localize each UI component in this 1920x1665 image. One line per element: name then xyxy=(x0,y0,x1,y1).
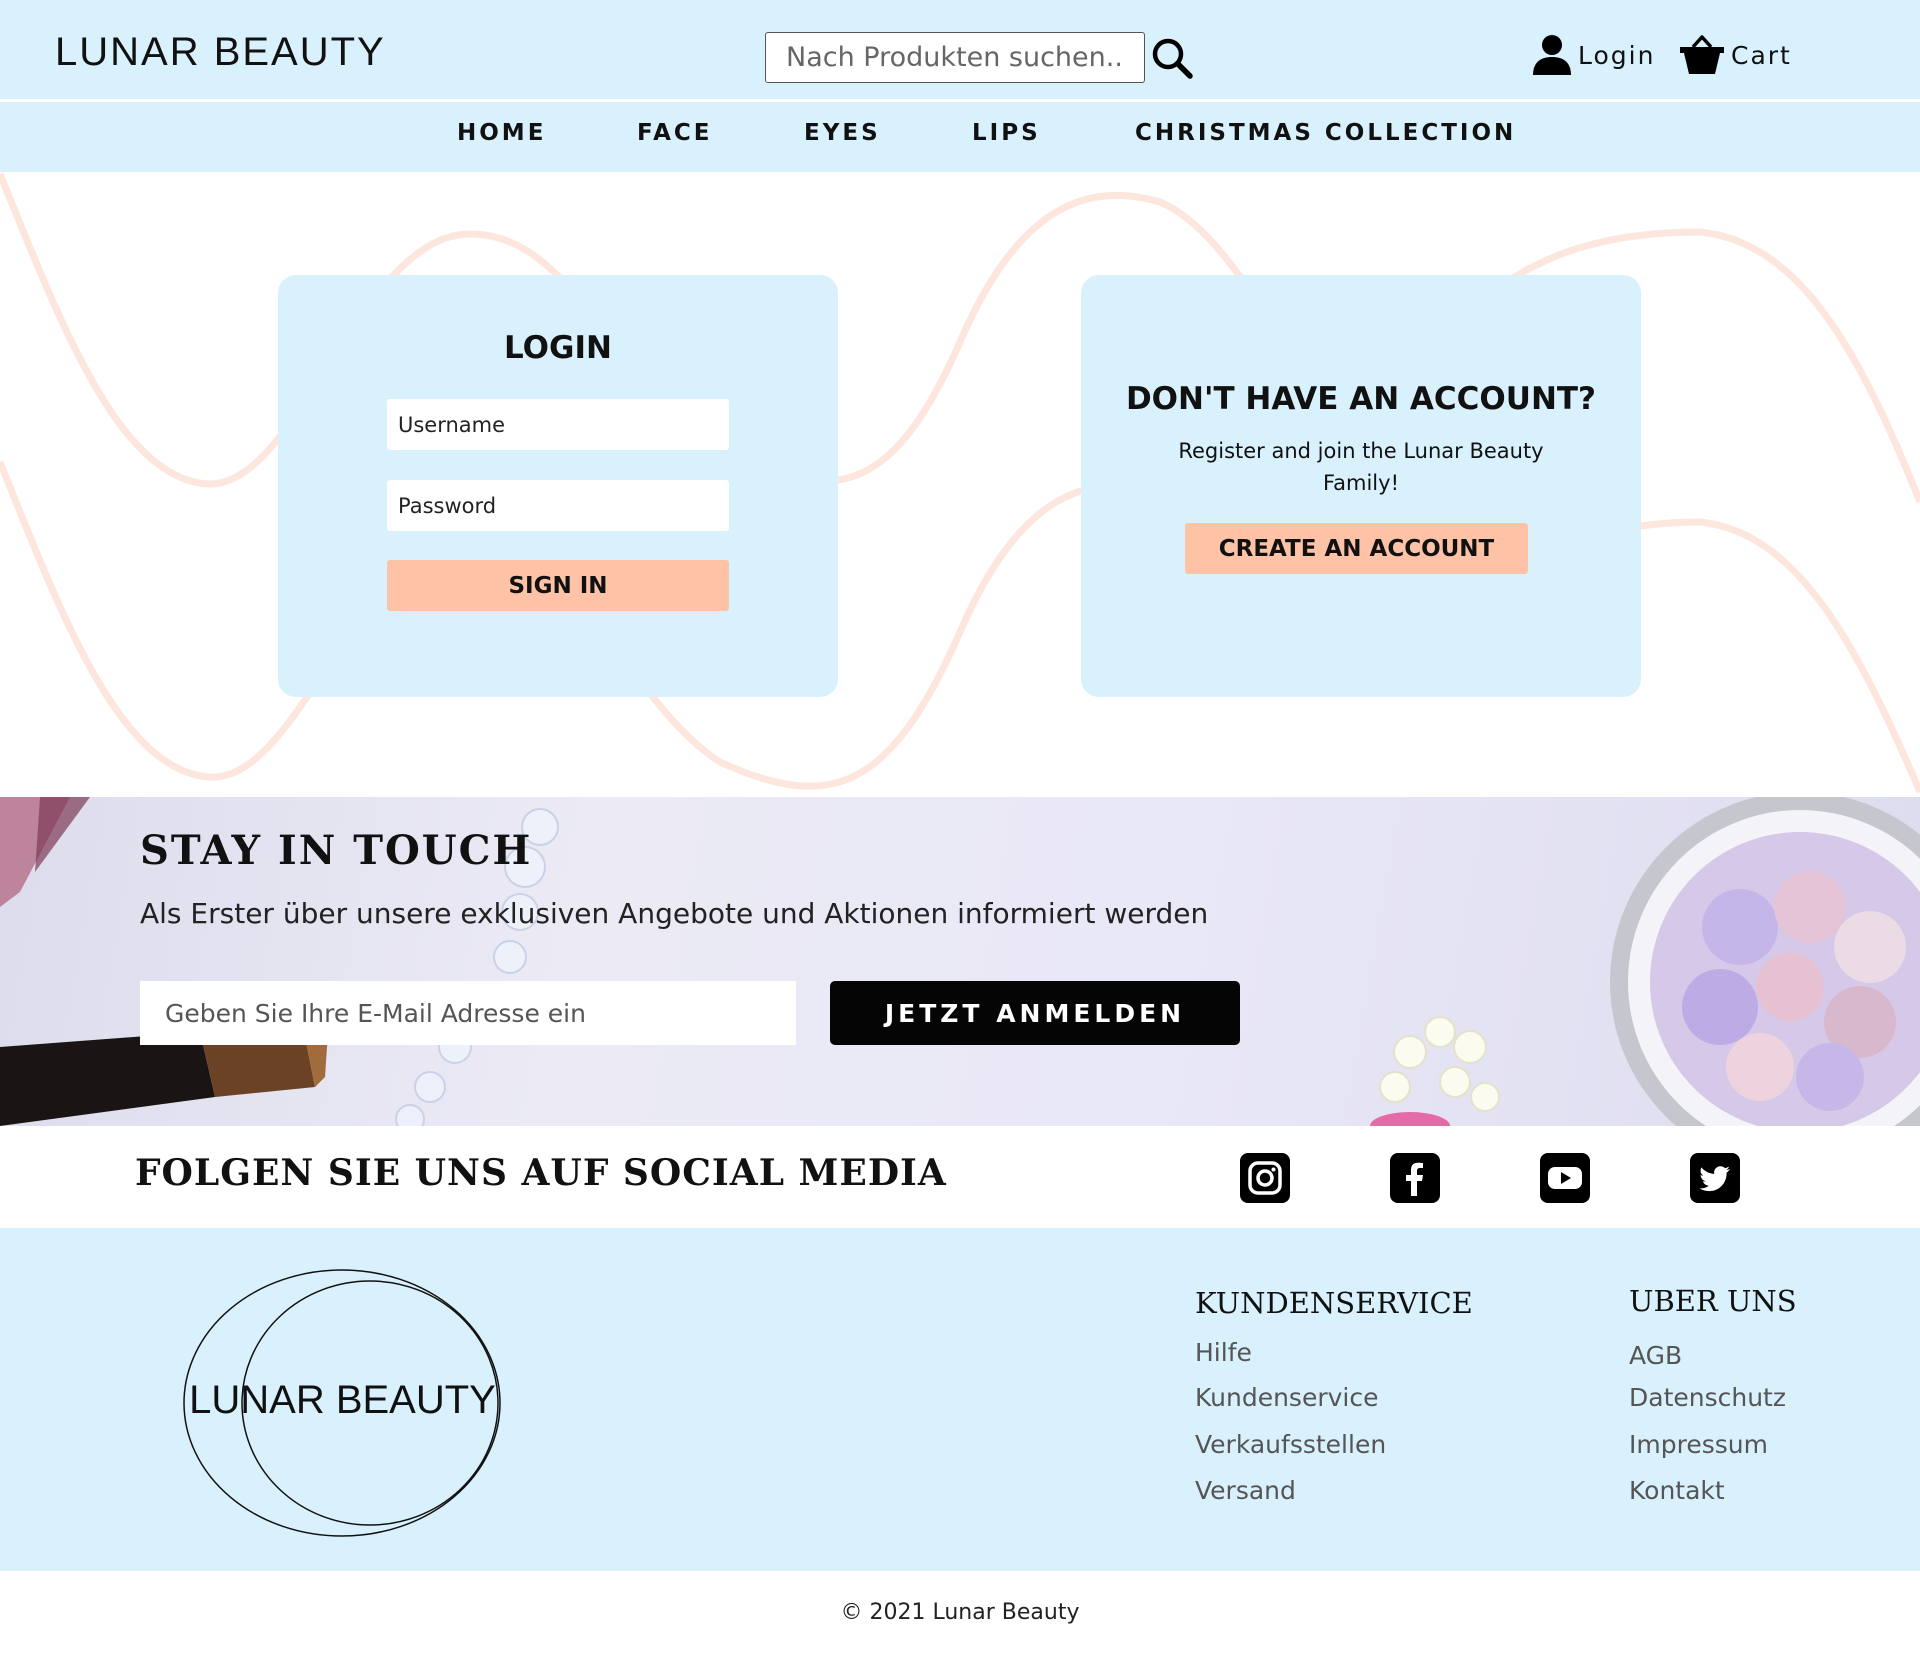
footer-link-agb[interactable]: AGB xyxy=(1629,1341,1682,1370)
footer-link-verkaufsstellen[interactable]: Verkaufsstellen xyxy=(1195,1430,1386,1459)
footer-link-kundenservice[interactable]: Kundenservice xyxy=(1195,1383,1378,1412)
site-header: LUNAR BEAUTY Login Cart xyxy=(0,0,1920,99)
user-icon xyxy=(1533,35,1571,75)
nav-item-face[interactable]: FACE xyxy=(637,120,712,146)
cart-label: Cart xyxy=(1731,40,1792,70)
footer-link-hilfe[interactable]: Hilfe xyxy=(1195,1338,1252,1367)
sign-in-button[interactable]: SIGN IN xyxy=(387,560,729,611)
cart-link[interactable]: Cart xyxy=(1679,34,1792,76)
basket-icon xyxy=(1680,35,1724,74)
nav-item-christmas-collection[interactable]: CHRISTMAS COLLECTION xyxy=(1135,120,1516,146)
search-button[interactable] xyxy=(1149,35,1195,81)
footer-link-kontakt[interactable]: Kontakt xyxy=(1629,1476,1725,1505)
social-title: FOLGEN SIE UNS AUF SOCIAL MEDIA xyxy=(135,1152,947,1194)
youtube-icon[interactable] xyxy=(1540,1153,1590,1203)
footer-link-datenschutz[interactable]: Datenschutz xyxy=(1629,1383,1786,1412)
footer-logo[interactable]: LUNAR BEAUTY xyxy=(180,1266,505,1541)
newsletter-subtitle: Als Erster über unsere exklusiven Angebo… xyxy=(140,897,1209,930)
newsletter-section: STAY IN TOUCH Als Erster über unsere exk… xyxy=(0,797,1920,1126)
footer-link-versand[interactable]: Versand xyxy=(1195,1476,1296,1505)
facebook-glyph xyxy=(1406,1162,1423,1196)
nav-item-eyes[interactable]: EYES xyxy=(804,120,881,146)
brand-logo[interactable]: LUNAR BEAUTY xyxy=(55,30,386,75)
register-text: Register and join the Lunar Beauty Famil… xyxy=(1178,439,1544,495)
copyright-text: © 2021 Lunar Beauty xyxy=(840,1600,1080,1625)
social-section: FOLGEN SIE UNS AUF SOCIAL MEDIA xyxy=(0,1126,1920,1228)
username-field[interactable] xyxy=(387,399,729,450)
register-title: DON'T HAVE AN ACCOUNT? xyxy=(1125,381,1597,417)
newsletter-title: STAY IN TOUCH xyxy=(140,827,533,874)
search-icon xyxy=(1152,38,1193,79)
main-nav: HOME FACE EYES LIPS CHRISTMAS COLLECTION xyxy=(0,102,1920,172)
twitter-glyph xyxy=(1699,1166,1730,1192)
instagram-glyph xyxy=(1248,1161,1282,1195)
login-card: LOGIN SIGN IN xyxy=(278,275,838,697)
youtube-glyph xyxy=(1548,1167,1582,1189)
nav-item-lips[interactable]: LIPS xyxy=(972,120,1041,146)
newsletter-subscribe-button[interactable]: JETZT ANMELDEN xyxy=(830,981,1240,1045)
footer-link-impressum[interactable]: Impressum xyxy=(1629,1430,1768,1459)
search-input[interactable] xyxy=(765,32,1145,83)
ueber-uns-title: UBER UNS xyxy=(1629,1284,1797,1318)
newsletter-email-field[interactable] xyxy=(140,981,796,1045)
footer-logo-text: LUNAR BEAUTY xyxy=(189,1378,496,1422)
register-card: DON'T HAVE AN ACCOUNT? Register and join… xyxy=(1081,275,1641,697)
create-account-button[interactable]: CREATE AN ACCOUNT xyxy=(1185,523,1528,574)
nav-item-home[interactable]: HOME xyxy=(457,120,546,146)
site-footer: LUNAR BEAUTY KUNDENSERVICE Hilfe Kundens… xyxy=(0,1228,1920,1571)
login-title: LOGIN xyxy=(504,330,612,366)
login-link[interactable]: Login xyxy=(1532,34,1655,76)
login-label: Login xyxy=(1578,40,1656,70)
twitter-icon[interactable] xyxy=(1690,1153,1740,1203)
password-field[interactable] xyxy=(387,480,729,531)
facebook-icon[interactable] xyxy=(1390,1153,1440,1203)
instagram-icon[interactable] xyxy=(1240,1153,1290,1203)
kundenservice-title: KUNDENSERVICE xyxy=(1195,1286,1473,1320)
